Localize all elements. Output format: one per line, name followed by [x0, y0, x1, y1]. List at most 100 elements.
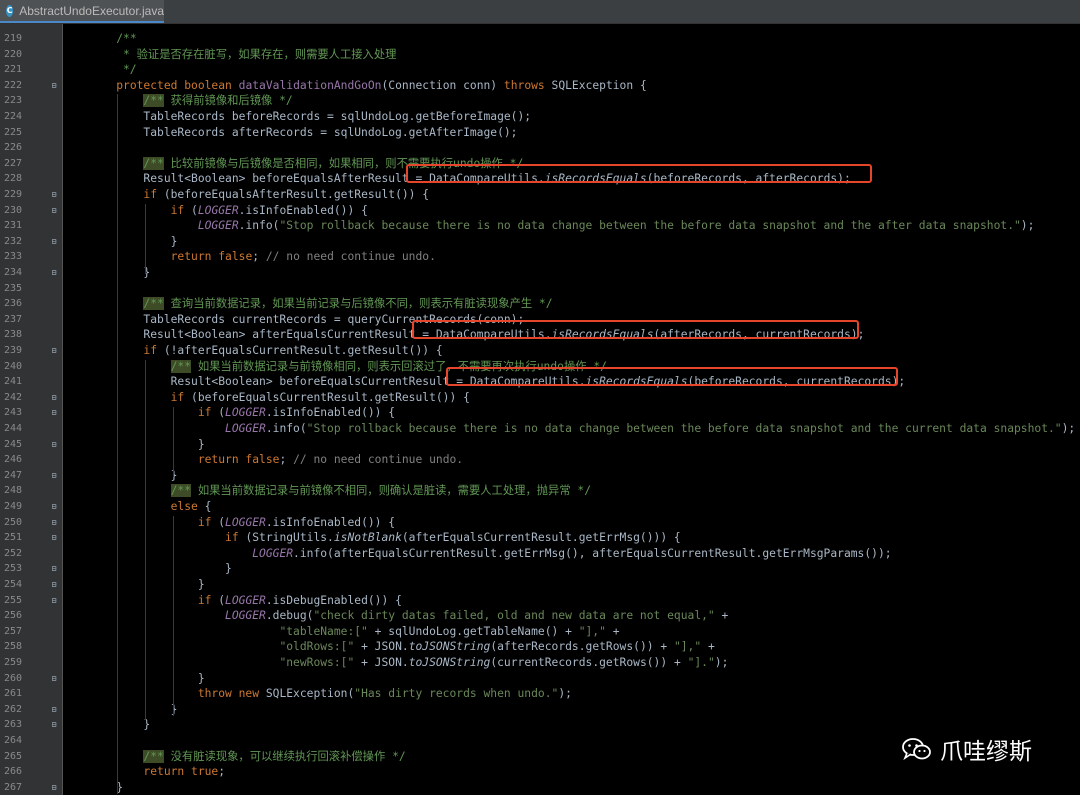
fold-marker-icon[interactable]: ⊟	[50, 717, 58, 733]
fold-marker-icon[interactable]: ⊟	[50, 561, 58, 577]
code-line[interactable]: 236 /** 查询当前数据记录，如果当前记录与后镜像不同，则表示有脏读现象产生…	[0, 296, 1080, 312]
code-line[interactable]: 253 ⊟ }	[0, 561, 1080, 577]
code-line[interactable]: 219 /**	[0, 31, 1080, 47]
line-number: 261	[3, 688, 22, 700]
code-line[interactable]: 234 ⊟ }	[0, 265, 1080, 281]
code-token: ;	[279, 453, 294, 467]
code-token: .isInfoEnabled()) {	[238, 203, 368, 217]
code-line[interactable]: 235	[0, 281, 1080, 297]
code-line[interactable]: 242 ⊟ if (beforeEqualsCurrentResult.getRe…	[0, 390, 1080, 406]
code-line[interactable]: 248 /** 如果当前数据记录与前镜像不相同，则确认是脏读，需要人工处理，抛异…	[0, 483, 1080, 499]
fold-marker-icon[interactable]: ⊟	[50, 515, 58, 531]
line-number: 242	[3, 391, 22, 403]
line-number: 224	[3, 111, 22, 122]
fold-marker-icon[interactable]: ⊟	[50, 405, 58, 421]
code-token: if	[143, 188, 164, 201]
code-line[interactable]: 245 ⊟ }	[0, 437, 1080, 453]
tab-label: AbstractUndoExecutor.java	[19, 3, 164, 18]
code-text: if (LOGGER.isInfoEnabled()) {	[89, 203, 368, 219]
fold-marker-icon[interactable]: ⊟	[50, 499, 58, 515]
code-token: .info(	[238, 219, 280, 233]
line-number: 227	[3, 157, 22, 169]
fold-marker-icon[interactable]: ⊟	[50, 390, 58, 406]
code-token: );	[714, 656, 729, 669]
code-line[interactable]: 233 return false; // no need continue un…	[0, 249, 1080, 265]
code-line[interactable]: 256 LOGGER.debug("check dirty datas fail…	[0, 608, 1080, 624]
code-token: (currentRecords.getRows()) +	[490, 656, 688, 669]
code-token: +	[701, 640, 715, 654]
fold-marker-icon[interactable]: ⊟	[50, 671, 58, 687]
code-line[interactable]: 244 LOGGER.info("Stop rollback because t…	[0, 421, 1080, 437]
code-line[interactable]: 222 ⊟ protected boolean dataValidationAnd…	[0, 78, 1080, 94]
code-line[interactable]: 246 return false; // no need continue un…	[0, 452, 1080, 468]
tab-abstract-undo-executor[interactable]: C AbstractUndoExecutor.java	[0, 0, 164, 23]
fold-marker-icon[interactable]: ⊟	[50, 468, 58, 484]
code-line[interactable]: 267 ⊟ }	[0, 780, 1080, 795]
line-number: 264	[3, 735, 22, 746]
line-number: 255	[3, 594, 22, 606]
code-line[interactable]: 250 ⊟ if (LOGGER.isInfoEnabled()) {	[0, 515, 1080, 531]
code-editor[interactable]: 219 /** 220 * 验证是否存在脏写，如果存在，则需要人工接入处理 221 …	[0, 24, 1080, 795]
code-line[interactable]: 229 ⊟ if (beforeEqualsAfterResult.getResu…	[0, 187, 1080, 203]
code-line[interactable]: 261 throw new SQLException("Has dirty re…	[0, 686, 1080, 702]
fold-marker-icon[interactable]: ⊟	[50, 203, 58, 219]
code-line[interactable]: 243 ⊟ if (LOGGER.isInfoEnabled()) {	[0, 405, 1080, 421]
line-number: 266	[3, 766, 22, 778]
code-line[interactable]: 225 TableRecords afterRecords = sqlUndoL…	[0, 125, 1080, 141]
code-token: if	[170, 203, 192, 217]
code-text: /** 查询当前数据记录，如果当前记录与后镜像不同，则表示有脏读现象产生 */	[89, 296, 553, 312]
code-line[interactable]: 252 LOGGER.info(afterEqualsCurrentResult…	[0, 546, 1080, 562]
fold-marker-icon[interactable]: ⊟	[50, 702, 58, 718]
code-line[interactable]: 266 return true;	[0, 764, 1080, 780]
code-line[interactable]: 220 * 验证是否存在脏写，如果存在，则需要人工接入处理	[0, 47, 1080, 63]
fold-marker-icon[interactable]: ⊟	[50, 437, 58, 453]
code-token: else	[170, 500, 205, 513]
code-line[interactable]: 221 */	[0, 62, 1080, 78]
indent-guide	[145, 204, 146, 274]
fold-marker-icon[interactable]: ⊟	[50, 593, 58, 609]
code-line[interactable]: 249 ⊟ else {	[0, 499, 1080, 515]
code-line[interactable]: 263 ⊟ }	[0, 717, 1080, 733]
fold-marker-icon[interactable]: ⊟	[50, 343, 58, 359]
code-line[interactable]: 258 "oldRows:[" + JSON.toJSONString(afte…	[0, 639, 1080, 655]
code-token: */	[89, 63, 137, 77]
code-line[interactable]: 230 ⊟ if (LOGGER.isInfoEnabled()) {	[0, 203, 1080, 219]
code-line[interactable]: 259 "newRows:[" + JSON.toJSONString(curr…	[0, 655, 1080, 671]
code-line[interactable]: 231 LOGGER.info("Stop rollback because t…	[0, 218, 1080, 234]
code-line[interactable]: 224 TableRecords beforeRecords = sqlUndo…	[0, 109, 1080, 125]
fold-marker-icon[interactable]: ⊟	[50, 234, 58, 250]
fold-marker-icon[interactable]: ⊟	[50, 187, 58, 203]
code-text: }	[89, 437, 205, 453]
code-token: 没有脏读现象，可以继续执行回滚补偿操作 */	[163, 749, 406, 763]
code-token: 获得前镜像和后镜像 */	[163, 94, 293, 108]
fold-marker-icon[interactable]: ⊟	[50, 530, 58, 546]
code-text: if (StringUtils.isNotBlank(afterEqualsCu…	[89, 530, 681, 546]
line-number: 243	[3, 407, 22, 419]
line-number: 259	[3, 657, 22, 668]
code-token: dataValidationAndGoOn	[238, 78, 382, 92]
code-line[interactable]: 251 ⊟ if (StringUtils.isNotBlank(afterEqu…	[0, 530, 1080, 546]
code-line[interactable]: 247 ⊟ }	[0, 468, 1080, 484]
code-token: }	[89, 702, 178, 716]
code-line[interactable]: 239 ⊟ if (!afterEqualsCurrentResult.getRe…	[0, 343, 1080, 359]
fold-marker-icon[interactable]: ⊟	[50, 78, 58, 94]
code-line[interactable]: 255 ⊟ if (LOGGER.isDebugEnabled()) {	[0, 593, 1080, 609]
line-number: 240	[3, 360, 22, 372]
code-line[interactable]: 226	[0, 140, 1080, 156]
line-number: 221	[3, 64, 22, 76]
code-line[interactable]: 254 ⊟ }	[0, 577, 1080, 593]
code-line[interactable]: 260 ⊟ }	[0, 671, 1080, 687]
code-token: .isInfoEnabled()) {	[265, 515, 396, 529]
line-number: 230	[3, 204, 22, 216]
code-line[interactable]: 223 /** 获得前镜像和后镜像 */	[0, 93, 1080, 109]
fold-marker-icon[interactable]: ⊟	[50, 780, 58, 795]
code-line[interactable]: 262 ⊟ }	[0, 702, 1080, 718]
fold-marker-icon[interactable]: ⊟	[50, 265, 58, 281]
code-line[interactable]: 257 "tableName:[" + sqlUndoLog.getTableN…	[0, 624, 1080, 640]
code-line[interactable]: 232 ⊟ }	[0, 234, 1080, 250]
fold-marker-icon[interactable]: ⊟	[50, 577, 58, 593]
code-text: LOGGER.info(afterEqualsCurrentResult.get…	[89, 546, 891, 562]
